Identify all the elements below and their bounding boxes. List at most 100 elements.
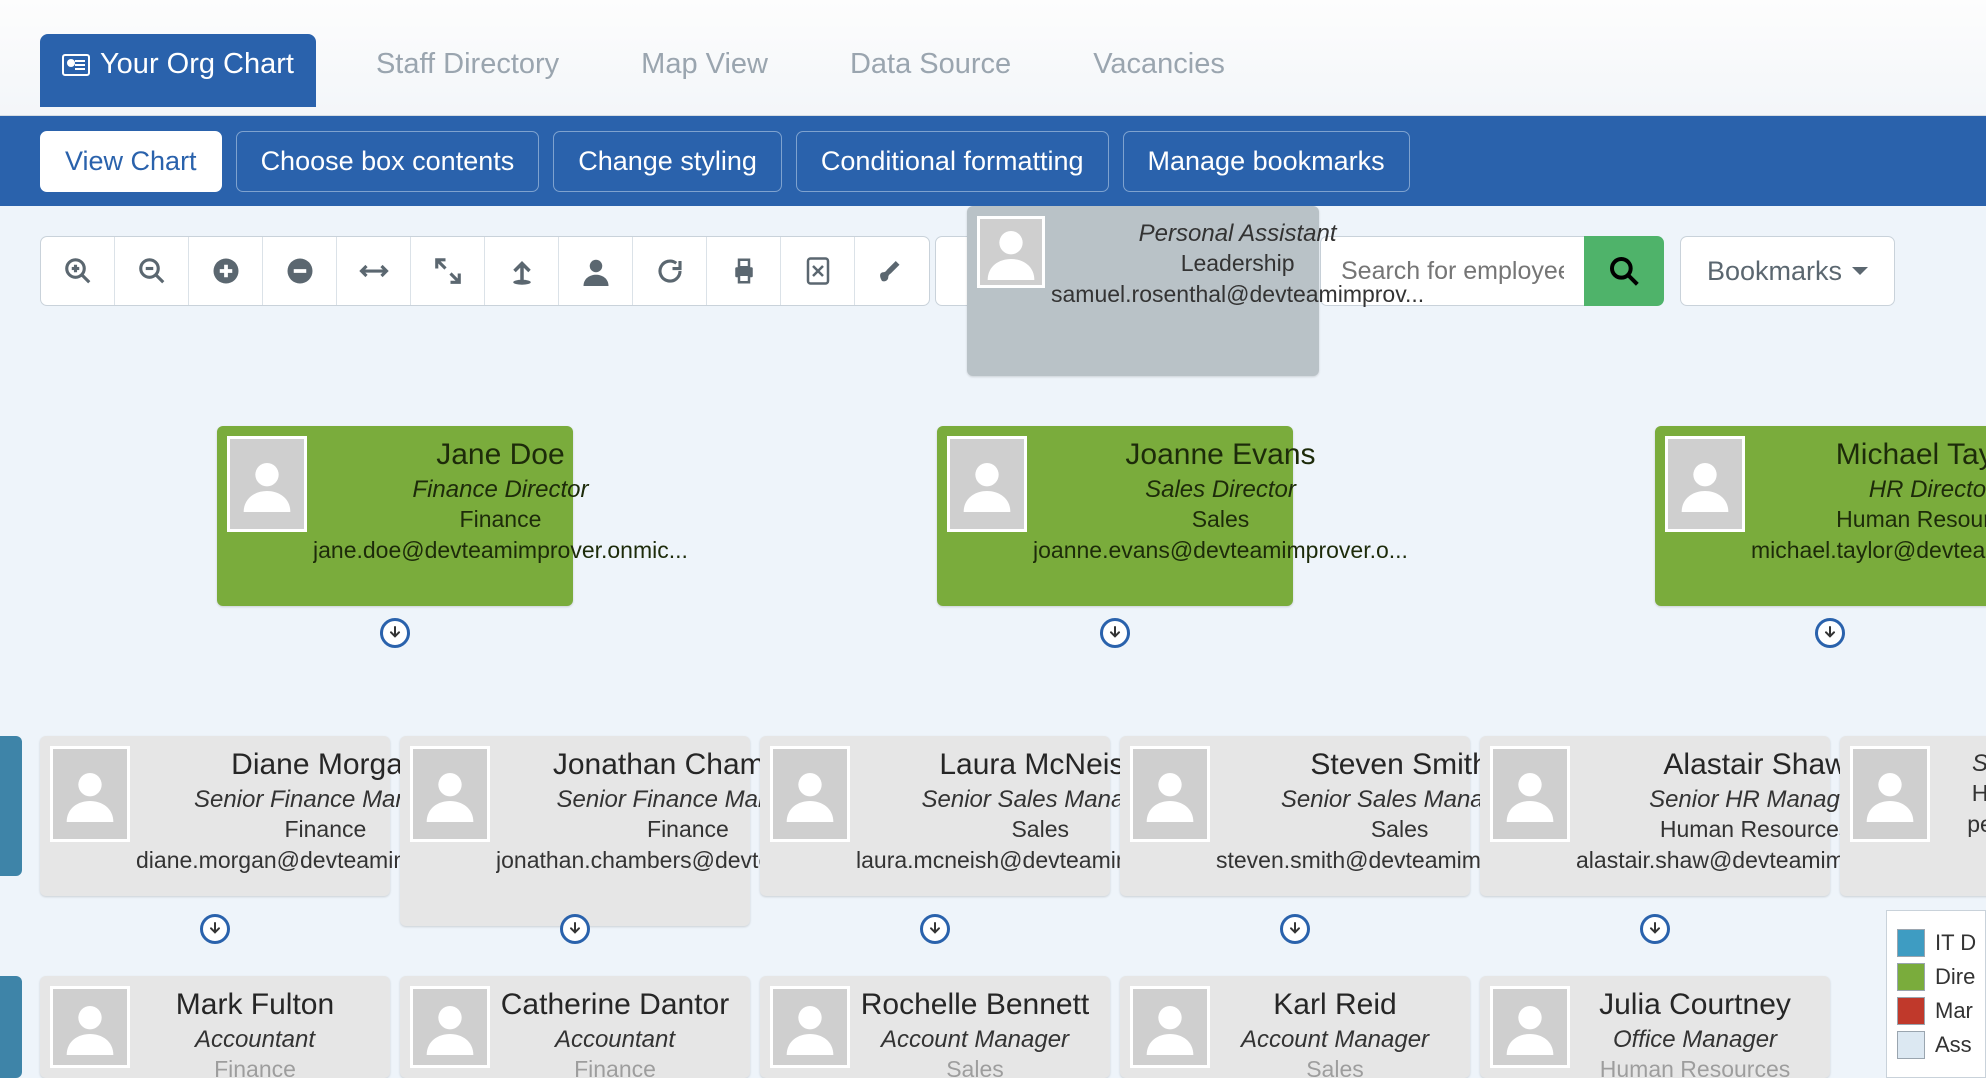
org-card-leaf[interactable]: Julia Courtney Office Manager Human Reso… [1480,976,1830,1078]
avatar [1665,436,1745,532]
avatar [410,986,490,1068]
expand-toggle[interactable] [380,618,410,648]
expand-toggle[interactable] [1640,914,1670,944]
expand-toggle[interactable] [560,914,590,944]
card-name: Rochelle Bennett [856,988,1094,1022]
card-dept: Finance [496,1056,734,1078]
avatar [227,436,307,532]
org-card-leaf[interactable]: Rochelle Bennett Account Manager Sales [760,976,1110,1078]
org-card-assistant[interactable]: Personal Assistant Leadership samuel.ros… [967,206,1319,376]
toolbar [40,236,930,306]
expand-toggle[interactable] [920,914,950,944]
card-email: joanne.evans@devteamimprover.o... [1033,537,1408,564]
bookmarks-label: Bookmarks [1707,256,1842,287]
expand-toggle[interactable] [1815,618,1845,648]
manage-bookmarks-button[interactable]: Manage bookmarks [1123,131,1410,192]
avatar [977,216,1045,288]
card-name: Jane Doe [313,438,688,472]
minus-circle-icon [285,256,315,286]
card-dept: Sales [1216,1056,1454,1078]
remove-button[interactable] [263,237,337,305]
org-card-director[interactable]: Jane Doe Finance Director Finance jane.d… [217,426,573,606]
avatar [50,746,130,842]
card-email: michael.taylor@devteamimprover... [1751,537,1986,564]
file-export-icon [803,256,833,286]
id-card-icon [62,54,90,76]
expand-toggle[interactable] [1100,618,1130,648]
swatch-icon [1897,929,1925,957]
card-dept: Sales [1033,506,1408,533]
zoom-in-button[interactable] [41,237,115,305]
search-button[interactable] [1584,236,1664,306]
card-title: Personal Assistant [1051,220,1424,248]
tab-org-chart[interactable]: Your Org Chart [40,34,316,105]
card-name: Mark Fulton [136,988,374,1022]
offscreen-card-left[interactable] [0,976,22,1078]
org-card-manager[interactable]: Laura McNeish Senior Sales Manager Sales… [760,736,1110,896]
focus-person-button[interactable] [559,237,633,305]
tab-staff-directory[interactable]: Staff Directory [354,34,581,105]
org-card-manager[interactable]: Diane Morgan Senior Finance Manager Fina… [40,736,390,896]
person-icon [581,256,611,286]
org-card-manager[interactable]: Steven Smith Senior Sales Manager Sales … [1120,736,1470,896]
upload-icon [507,256,537,286]
zoom-out-button[interactable] [115,237,189,305]
avatar [1850,746,1930,842]
conditional-format-button[interactable]: Conditional formatting [796,131,1109,192]
card-name: Catherine Dantor [496,988,734,1022]
legend-panel: IT D Dire Mar Ass [1886,910,1986,1078]
card-title: Accountant [136,1026,374,1054]
org-card-leaf[interactable]: Catherine Dantor Accountant Finance [400,976,750,1078]
choose-box-button[interactable]: Choose box contents [236,131,540,192]
tab-data-source[interactable]: Data Source [828,34,1033,105]
brush-icon [877,256,907,286]
org-card-manager[interactable]: Alastair Shaw Senior HR Manager Human Re… [1480,736,1830,896]
tab-map-view[interactable]: Map View [619,34,790,105]
offscreen-card-left[interactable] [0,736,22,876]
change-styling-button[interactable]: Change styling [553,131,782,192]
avatar [1490,986,1570,1068]
org-chart-canvas[interactable]: Edit Mode Bookmarks [0,206,1986,1078]
expand-toggle[interactable] [1280,914,1310,944]
card-title: HR Director [1751,476,1986,504]
fullscreen-button[interactable] [411,237,485,305]
view-chart-button[interactable]: View Chart [40,131,222,192]
card-dept: Human Resources [1576,1056,1814,1078]
caret-down-icon [1852,267,1868,283]
refresh-button[interactable] [633,237,707,305]
org-card-director[interactable]: Michael Taylor HR Director Human Resourc… [1655,426,1986,606]
org-card-leaf[interactable]: Mark Fulton Accountant Finance [40,976,390,1078]
arrow-down-icon [1287,921,1303,937]
styling-brush-button[interactable] [855,237,929,305]
card-dept: Human Resources [1751,506,1986,533]
go-top-button[interactable] [485,237,559,305]
print-button[interactable] [707,237,781,305]
org-card-manager[interactable]: Jonathan Chambers Senior Finance Manager… [400,736,750,926]
swatch-icon [1897,963,1925,991]
arrow-down-icon [1822,625,1838,641]
card-dept: Finance [313,506,688,533]
org-card-manager[interactable]: S H pe [1840,736,1986,896]
add-button[interactable] [189,237,263,305]
fit-width-button[interactable] [337,237,411,305]
avatar [410,746,490,842]
tab-vacancies[interactable]: Vacancies [1071,34,1247,105]
card-title: Accountant [496,1026,734,1054]
arrows-h-icon [359,256,389,286]
expand-toggle[interactable] [200,914,230,944]
bookmarks-dropdown[interactable]: Bookmarks [1680,236,1895,306]
card-title: S [1936,750,1986,778]
search-icon [1608,255,1640,287]
card-title: Sales Director [1033,476,1408,504]
card-email: samuel.rosenthal@devteamimprov... [1051,281,1424,308]
legend-item: Dire [1897,963,1975,991]
zoom-in-icon [63,256,93,286]
arrow-down-icon [1107,625,1123,641]
export-button[interactable] [781,237,855,305]
arrow-down-icon [207,921,223,937]
org-card-leaf[interactable]: Karl Reid Account Manager Sales [1120,976,1470,1078]
avatar [770,986,850,1068]
org-card-director[interactable]: Joanne Evans Sales Director Sales joanne… [937,426,1293,606]
action-bar: View Chart Choose box contents Change st… [0,116,1986,206]
legend-label: Mar [1935,998,1973,1024]
